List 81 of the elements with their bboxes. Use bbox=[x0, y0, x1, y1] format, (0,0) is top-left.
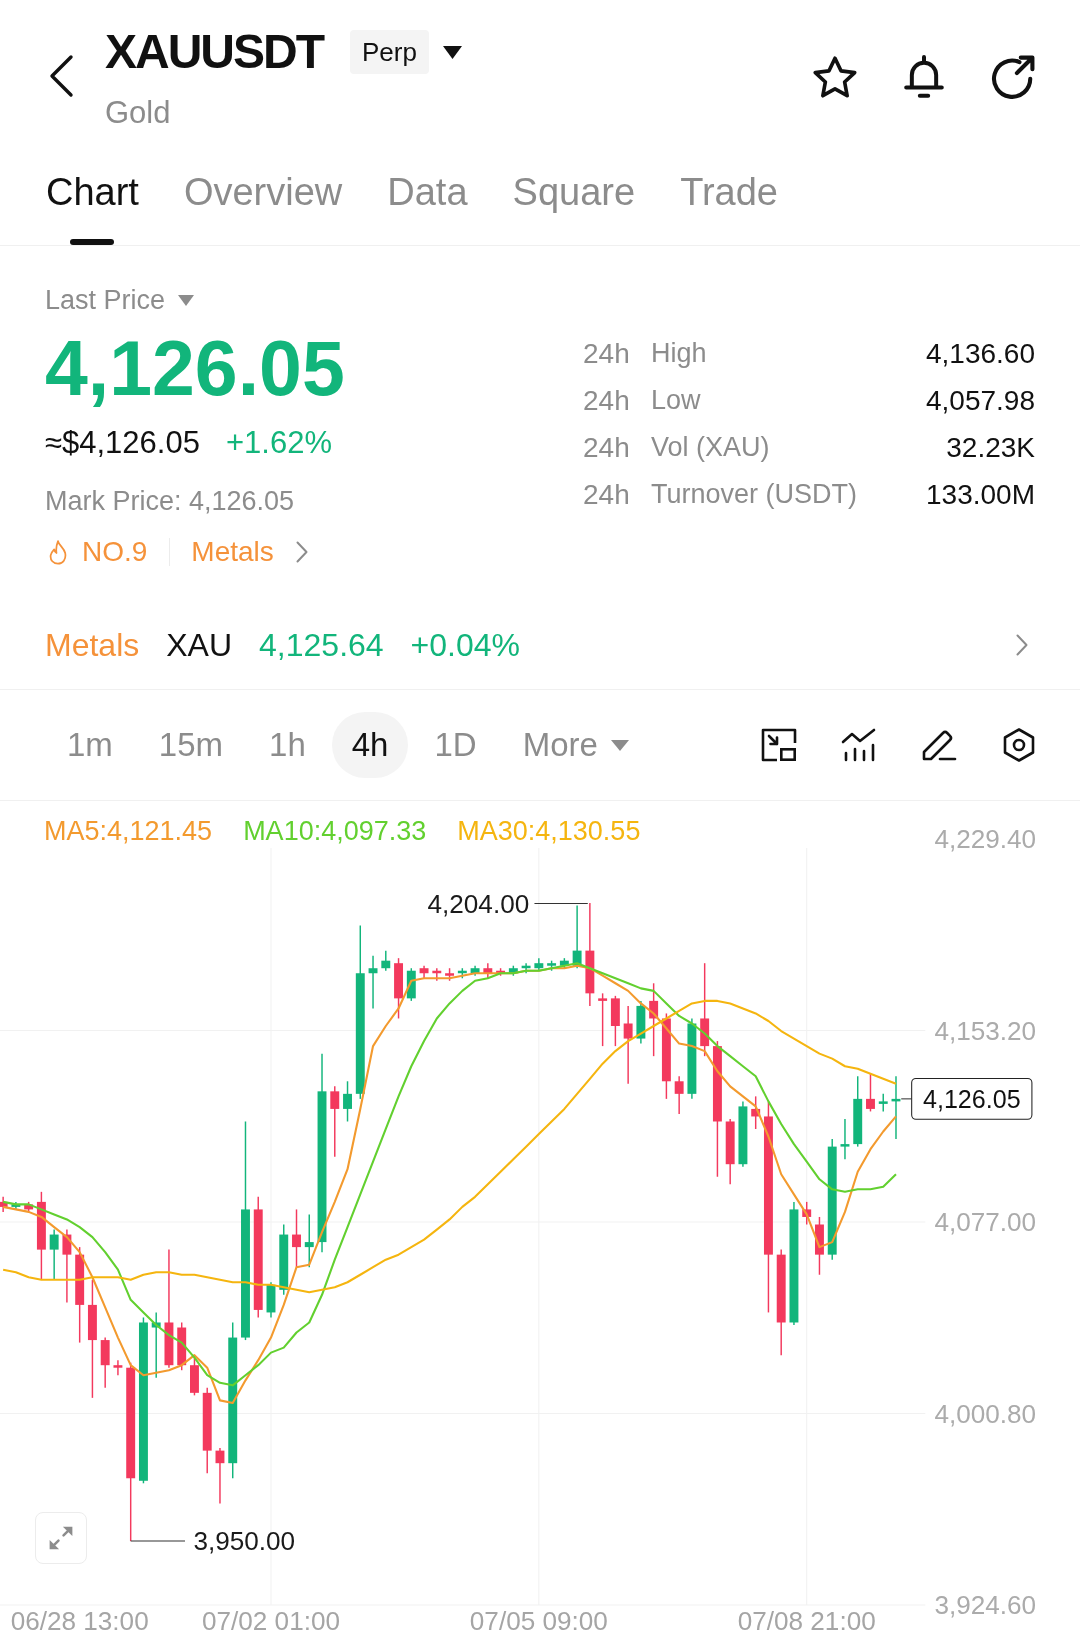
indicator-legend: MA5:4,121.45 bbox=[44, 816, 213, 846]
rank-label: NO.9 bbox=[82, 536, 148, 568]
settings-icon[interactable] bbox=[1001, 728, 1037, 762]
nav-tab[interactable]: Trade bbox=[680, 169, 778, 245]
index-symbol: XAU bbox=[166, 626, 233, 664]
caret-icon bbox=[178, 294, 195, 306]
candlestick bbox=[304, 1213, 314, 1268]
nav-tab[interactable]: Overview bbox=[183, 169, 343, 245]
index-change: +0.04% bbox=[410, 626, 521, 664]
stat-period: 24h bbox=[583, 384, 630, 418]
mark-price: Mark Price: 4,126.05 bbox=[45, 485, 295, 517]
stat-value: 133.00M bbox=[926, 478, 1035, 512]
price-axis-label: 4,229.40 bbox=[934, 824, 1037, 855]
stat-value: 32.23K bbox=[946, 431, 1035, 465]
time-axis-label: 06/28 13:00 bbox=[10, 1606, 149, 1636]
low-price-label: 3,950.00 bbox=[193, 1526, 296, 1557]
candlestick bbox=[866, 1073, 875, 1113]
circular-arrow-icon[interactable] bbox=[991, 55, 1035, 99]
leader-line bbox=[130, 1540, 186, 1542]
sector-link[interactable]: Metals bbox=[191, 536, 274, 568]
chevron-right-icon[interactable] bbox=[295, 541, 308, 563]
index-price: 4,125.64 bbox=[259, 626, 384, 664]
usd-value: ≈$4,126.05 bbox=[45, 425, 200, 461]
price-axis-label: 4,153.20 bbox=[934, 1015, 1037, 1046]
time-axis-label: 07/08 21:00 bbox=[737, 1606, 876, 1636]
interval-tab[interactable]: 1m bbox=[47, 712, 133, 778]
time-axis-label: 07/05 09:00 bbox=[469, 1606, 608, 1636]
interval-tab[interactable]: 4h bbox=[331, 712, 409, 778]
price-axis-label: 3,924.60 bbox=[934, 1590, 1037, 1621]
current-price-label: 4,126.05 bbox=[900, 1077, 1033, 1120]
stat-label: Turnover (USDT) bbox=[651, 478, 858, 511]
nav-tab[interactable]: Data bbox=[387, 169, 468, 245]
interval-tab[interactable]: 1h bbox=[249, 712, 326, 778]
candlestick bbox=[292, 1208, 301, 1268]
price-axis-label: 4,000.80 bbox=[934, 1398, 1037, 1429]
interval-tab[interactable]: 15m bbox=[138, 712, 244, 778]
stat-label: Vol (XAU) bbox=[651, 431, 770, 464]
asset-name: Gold bbox=[105, 95, 171, 131]
star-icon[interactable] bbox=[813, 55, 857, 99]
price-change: +1.62% bbox=[225, 425, 332, 461]
chart-indicator-icon[interactable] bbox=[841, 728, 877, 762]
expand-button[interactable] bbox=[35, 1512, 87, 1564]
candlestick bbox=[674, 1075, 684, 1115]
flame-icon bbox=[48, 539, 68, 565]
candlestick bbox=[49, 1228, 59, 1281]
pencil-icon[interactable] bbox=[921, 728, 957, 762]
stat-label: Low bbox=[651, 384, 701, 417]
candlestick bbox=[598, 992, 608, 1047]
candlestick bbox=[623, 1005, 633, 1085]
candlestick bbox=[343, 1080, 352, 1123]
stat-label: High bbox=[651, 337, 707, 370]
candlestick bbox=[330, 1085, 340, 1158]
minimize-window-icon[interactable] bbox=[761, 728, 797, 762]
stat-value: 4,136.60 bbox=[926, 337, 1035, 371]
price-type-dropdown[interactable]: Last Price bbox=[45, 284, 195, 316]
index-sector: Metals bbox=[45, 626, 140, 664]
last-price: 4,126.05 bbox=[45, 328, 345, 408]
stat-period: 24h bbox=[583, 478, 630, 512]
candlestick bbox=[840, 1118, 850, 1160]
contract-type-tag[interactable]: Perp bbox=[350, 30, 429, 74]
stat-period: 24h bbox=[583, 431, 630, 465]
symbol-title: XAUUSDT bbox=[105, 26, 323, 78]
chevron-right-icon[interactable] bbox=[1016, 634, 1028, 656]
high-price-label: 4,204.00 bbox=[427, 888, 530, 919]
nav-tab[interactable]: Chart bbox=[46, 169, 139, 245]
chevron-left-icon[interactable] bbox=[47, 54, 75, 98]
leader-line bbox=[533, 902, 589, 904]
nav-tab[interactable]: Square bbox=[512, 169, 636, 245]
candlestick bbox=[381, 949, 391, 972]
more-dropdown[interactable]: More bbox=[502, 712, 649, 778]
stat-value: 4,057.98 bbox=[926, 384, 1035, 418]
expand-icon bbox=[49, 1526, 73, 1550]
caret-icon[interactable] bbox=[442, 45, 462, 59]
price-axis-label: 4,077.00 bbox=[934, 1207, 1037, 1238]
indicator-legend: MA10:4,097.33 bbox=[243, 816, 427, 846]
stat-period: 24h bbox=[583, 337, 630, 371]
time-axis-label: 07/02 01:00 bbox=[202, 1606, 340, 1636]
interval-tab[interactable]: 1D bbox=[414, 712, 497, 778]
candlestick bbox=[113, 1359, 123, 1376]
indicator-legend: MA30:4,130.55 bbox=[457, 816, 641, 846]
bell-icon[interactable] bbox=[902, 55, 946, 99]
